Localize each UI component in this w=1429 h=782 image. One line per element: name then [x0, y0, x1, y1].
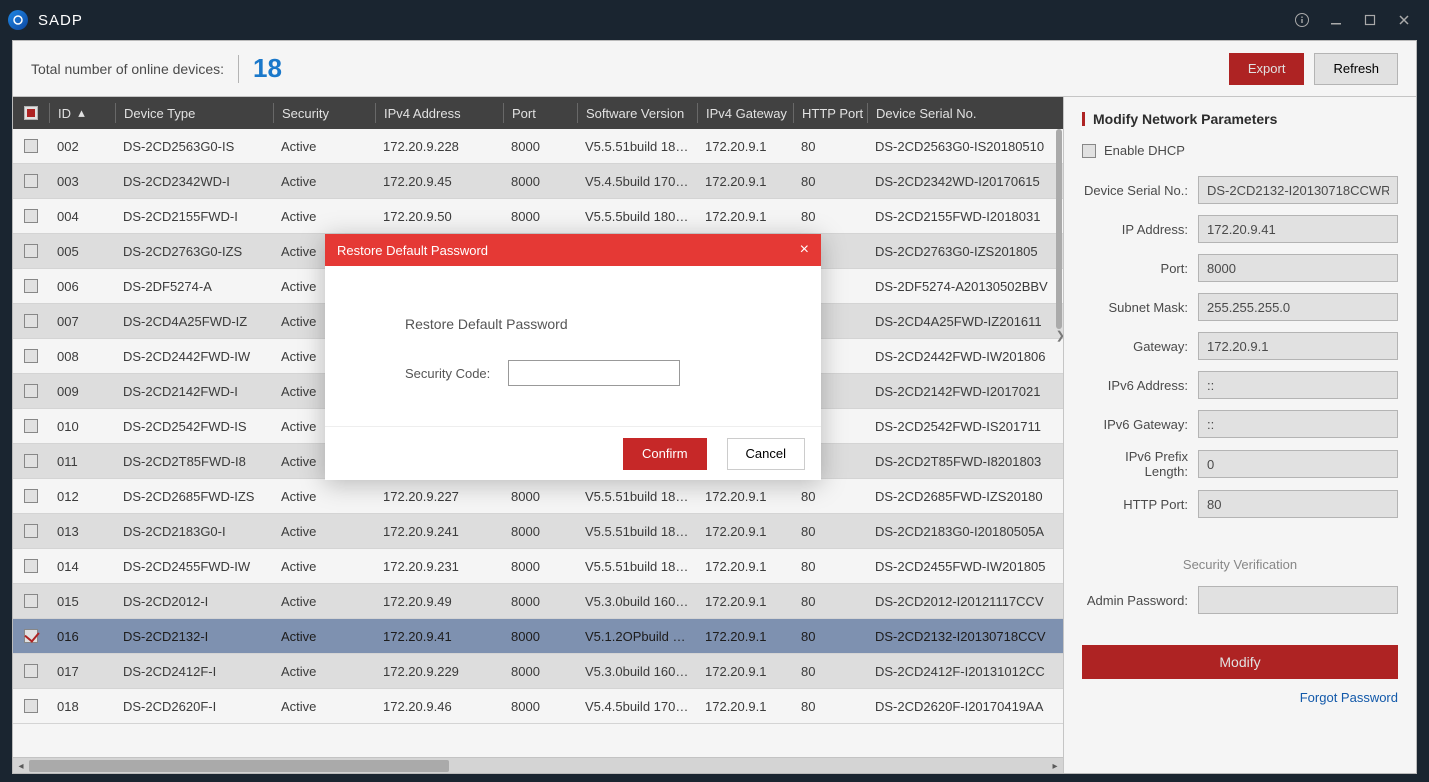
cancel-button[interactable]: Cancel [727, 438, 805, 470]
minimize-button[interactable] [1319, 6, 1353, 34]
maximize-button[interactable] [1353, 6, 1387, 34]
modal-overlay: Restore Default Password × Restore Defau… [13, 41, 1416, 773]
dialog-titlebar: Restore Default Password × [325, 234, 821, 266]
security-code-label: Security Code: [405, 366, 490, 381]
dialog-close-icon[interactable]: × [800, 241, 809, 259]
dialog-heading: Restore Default Password [405, 316, 781, 332]
info-icon[interactable] [1285, 6, 1319, 34]
app-logo-icon [8, 10, 28, 30]
confirm-button[interactable]: Confirm [623, 438, 707, 470]
security-code-input[interactable] [508, 360, 680, 386]
close-button[interactable] [1387, 6, 1421, 34]
restore-password-dialog: Restore Default Password × Restore Defau… [325, 234, 821, 480]
app-window: Total number of online devices: 18 Expor… [12, 40, 1417, 774]
dialog-title: Restore Default Password [337, 243, 488, 258]
app-title: SADP [38, 12, 83, 29]
titlebar: SADP [0, 0, 1429, 40]
